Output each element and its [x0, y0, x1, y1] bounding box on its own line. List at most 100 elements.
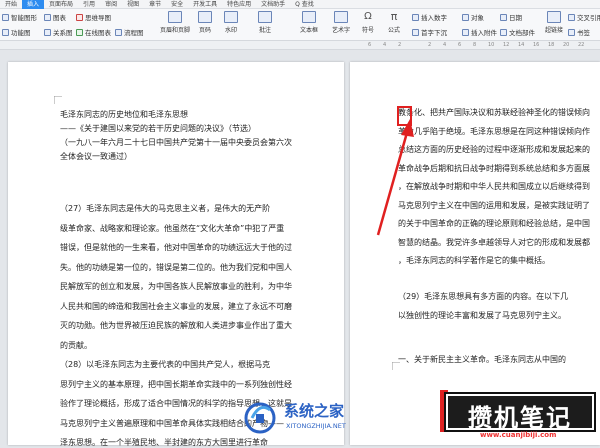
menu-tab[interactable]: 特色应用: [222, 0, 256, 9]
art-text-button[interactable]: 艺术字: [332, 11, 350, 34]
chart-icon: [44, 13, 51, 21]
function-graph-button[interactable]: 功能图: [2, 27, 31, 37]
ruler-tick-label: 18: [548, 42, 555, 48]
insert-number-icon: [412, 13, 419, 21]
document-page-left[interactable]: 毛泽东同志的历史地位和毛泽东思想 ——《关于建国以来党的若干历史问题的决议》（节…: [8, 62, 344, 447]
header-footer-button[interactable]: 页眉和页脚: [160, 11, 190, 34]
paragraph-line: ，在解放战争时期和中华人民共和国成立以后继续得到: [398, 182, 590, 191]
menu-tab[interactable]: 章节: [144, 0, 166, 9]
paragraph-mark: [392, 362, 400, 370]
xitongzhijia-watermark: 系统之家 XITONGZHIJIA.NET: [240, 392, 390, 445]
formula-button[interactable]: π 公式: [388, 10, 400, 35]
paragraph-line: 的贡献。: [60, 340, 92, 350]
object-button[interactable]: 对象: [462, 12, 484, 22]
ruler-tick-label: 8: [473, 42, 477, 48]
menu-tab[interactable]: 审阅: [100, 0, 122, 9]
menu-tab[interactable]: 文档助手: [256, 0, 290, 9]
ruler-tick-label: 6: [458, 42, 462, 48]
doc-date-line2: 全体会议一致通过）: [60, 152, 132, 161]
xitongzhijia-url: XITONGZHIJIA.NET: [286, 422, 346, 430]
watermark-button[interactable]: 水印: [224, 11, 238, 34]
doc-parts-icon: [500, 28, 507, 36]
section-1-line: 一、关于新民主主义革命。毛泽东同志从中国的: [398, 355, 566, 364]
flowchart-button[interactable]: 流程图: [115, 27, 144, 37]
chart-button[interactable]: 图表: [44, 12, 66, 22]
object-icon: [462, 13, 469, 21]
paragraph-line: 智慧的结晶。我党许多卓越领导人对它的形成和发展都: [398, 237, 590, 247]
paragraph-line: （29）毛泽东思想具有多方面的内容。在以下几: [398, 292, 569, 301]
date-button[interactable]: 日期: [500, 12, 522, 22]
insert-number-button[interactable]: 插入数字: [412, 12, 447, 22]
doc-parts-button[interactable]: 文档部件: [500, 27, 535, 37]
ruler-tick-label: 14: [518, 42, 525, 48]
online-chart-button[interactable]: 在线图表: [76, 27, 111, 37]
paragraph-line: 革命战争后期和抗日战争时期得到系统总结和多方面展: [398, 163, 590, 173]
relation-graph-icon: [44, 28, 51, 36]
symbol-button[interactable]: Ω 符号: [362, 11, 374, 34]
paragraph-line: 革命几乎陷于绝境。毛泽东思想是在同这种错误倾向作: [398, 126, 590, 136]
cuanjibiji-watermark: 攒机笔记 www.cuanjibiji.com: [440, 388, 600, 445]
ruler-tick-label: 6: [368, 42, 372, 48]
smart-graph-button[interactable]: 智能图形: [2, 12, 37, 22]
page-number-button[interactable]: 页码: [198, 11, 212, 34]
paragraph-line: （27）毛泽东同志是伟大的马克思主义者，是伟大的无产阶: [60, 204, 271, 213]
comment-button[interactable]: 批注: [258, 11, 272, 34]
paragraph-line: 失。他的功绩是第一位的，错误是第二位的。他为我们党和中国人: [60, 262, 292, 272]
flowchart-icon: [115, 28, 122, 36]
doc-date-line: （一九八一年六月二十七日中国共产党第十一届中央委员会第六次: [60, 138, 292, 147]
cross-reference-icon: [568, 13, 575, 21]
pi-icon: π: [390, 10, 398, 23]
mind-map-icon: [76, 13, 83, 21]
horizontal-ruler[interactable]: 6 4 2 2 4 6 8 10 12 14 16 18 20 22: [0, 41, 600, 50]
menu-tab[interactable]: 开发工具: [188, 0, 222, 9]
omega-icon: Ω: [364, 11, 372, 22]
relation-graph-button[interactable]: 关系图: [44, 27, 73, 37]
ruler-tick-label: 4: [443, 42, 447, 48]
paragraph-line: 以独创性的理论丰富和发展了马克思列宁主义。: [398, 311, 566, 320]
paragraph-line: 思列宁主义的基本原理，把中国长期革命实践中的一系列独创性经: [60, 379, 292, 389]
paragraph-line: 的关于中国革命的正确的理论原则和经验总结，是中国: [398, 219, 590, 228]
menu-tab[interactable]: 视图: [122, 0, 144, 9]
cuanjibiji-name: 攒机笔记: [468, 404, 572, 432]
comment-icon: [258, 11, 272, 23]
paragraph-line: 级革命家、战略家和理论家。他虽然在“文化大革命”中犯了严重: [60, 223, 285, 233]
watermark-icon: [224, 11, 238, 23]
mind-map-button[interactable]: 思维导图: [76, 12, 111, 22]
textbox-button[interactable]: 文本框: [300, 11, 318, 34]
first-letter-sink-button[interactable]: 首字下沉: [412, 27, 447, 37]
menu-tab[interactable]: Q 查找: [290, 0, 319, 9]
ruler-tick-label: 4: [383, 42, 387, 48]
red-arrow-icon: [376, 119, 414, 236]
xitongzhijia-name: 系统之家: [284, 402, 345, 420]
menu-tab[interactable]: 引用: [78, 0, 100, 9]
paragraph-line: 教条化、把共产国际决议和苏联经验神圣化的错误倾向: [398, 108, 590, 117]
smart-graph-icon: [2, 13, 9, 21]
ruler-tick-label: 10: [488, 42, 495, 48]
bookmark-icon: [568, 28, 575, 36]
paragraph-line: ，毛泽东同志的科学著作是它的集中概括。: [398, 256, 550, 265]
menu-tab[interactable]: 页面布局: [44, 0, 78, 9]
insert-ribbon: 智能图形 图表 思维导图 功能图 关系图 在线图表 流程图 页眉和页脚 页码 水…: [0, 9, 600, 41]
menu-bar: 开始 插入 页面布局 引用 审阅 视图 章节 安全 开发工具 特色应用 文档助手 Q 查找: [0, 0, 600, 9]
ruler-tick-label: 16: [533, 42, 540, 48]
margin-corner-mark: [54, 96, 62, 104]
paragraph-line: 灭的功勋。他为世界被压迫民族的解放和人类进步事业作出了重大: [60, 321, 292, 330]
ruler-tick-label: 2: [428, 42, 432, 48]
bookmark-button[interactable]: 书签: [568, 27, 590, 37]
attachment-icon: [462, 28, 469, 36]
ruler-tick-label: 12: [503, 42, 510, 48]
insert-attachment-button[interactable]: 插入附件: [462, 27, 497, 37]
paragraph-line: 民解放军的创立和发展，为中国各族人民解放事业的胜利，为中华: [60, 282, 292, 291]
art-text-icon: [334, 11, 348, 23]
cross-reference-button[interactable]: 交叉引用: [568, 12, 600, 22]
doc-subtitle: ——《关于建国以来党的若干历史问题的决议》（节选）: [60, 124, 256, 133]
textbox-icon: [302, 11, 316, 23]
menu-tab[interactable]: 安全: [166, 0, 188, 9]
hyperlink-button[interactable]: 超链接: [545, 11, 563, 34]
menu-tab[interactable]: 插入: [22, 0, 45, 9]
online-chart-icon: [76, 28, 83, 36]
ruler-tick-label: 20: [563, 42, 570, 48]
doc-title: 毛泽东同志的历史地位和毛泽东思想: [60, 110, 188, 119]
menu-tab[interactable]: 开始: [0, 0, 22, 9]
paragraph-line: （28）以毛泽东同志为主要代表的中国共产党人，根据马克: [60, 360, 271, 369]
